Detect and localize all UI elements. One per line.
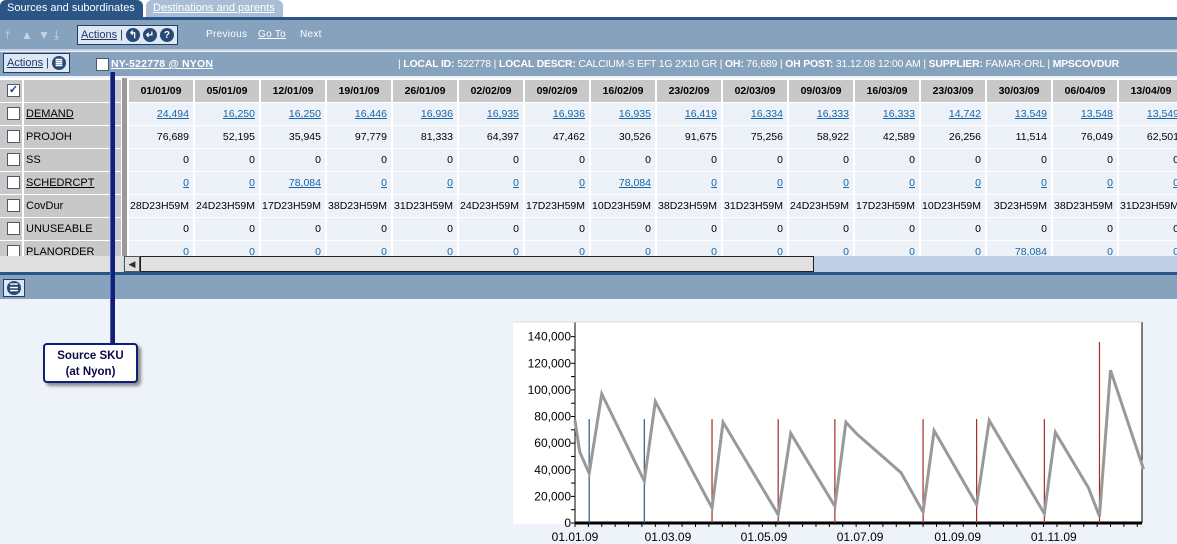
source-sku-callout: Source SKU (at Nyon): [43, 343, 138, 383]
y-tick-label: 20,000: [534, 489, 571, 503]
inventory-chart: 0 20,000 40,000 60,000 80,000 100,000 120,000 1…: [513, 321, 1145, 544]
callout-line-1: Source SKU: [57, 350, 124, 362]
x-tick-label: 01.01.09: [552, 530, 599, 544]
x-tick-label: 01.11.09: [1031, 530, 1077, 544]
x-tick-label: 01.05.09: [741, 530, 788, 544]
x-tick-label: 01.09.09: [934, 530, 981, 544]
y-tick-label: 100,000: [528, 383, 572, 397]
x-tick-label: 01.03.09: [645, 530, 692, 544]
x-tick-label: 01.07.09: [837, 530, 884, 544]
y-tick-label: 80,000: [534, 410, 571, 424]
y-tick-label: 120,000: [528, 356, 572, 370]
y-tick-label: 40,000: [534, 463, 571, 477]
y-tick-label: 140,000: [528, 330, 572, 344]
y-tick-label: 60,000: [534, 436, 571, 450]
callout-pointer: [110, 72, 115, 344]
callout-line-2: (at Nyon): [65, 366, 116, 378]
y-tick-label: 0: [564, 516, 571, 530]
